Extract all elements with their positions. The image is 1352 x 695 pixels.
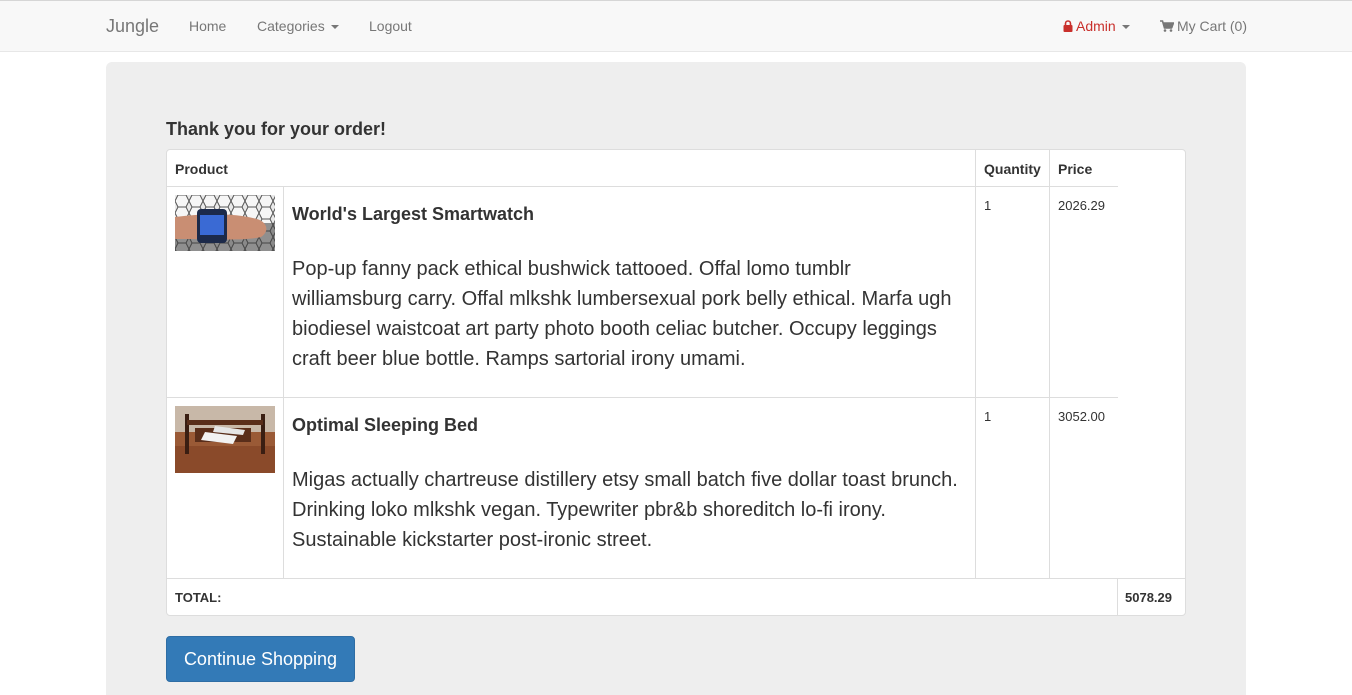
product-name[interactable]: World's Largest Smartwatch [292, 204, 534, 225]
row-divider [167, 578, 1185, 579]
column-divider [1117, 578, 1118, 616]
nav-home-link[interactable]: Home [189, 18, 226, 34]
order-table: Product Quantity Price World's Largest S… [166, 149, 1186, 616]
nav-cart-link[interactable]: My Cart (0) [1160, 18, 1247, 34]
shopping-cart-icon [1160, 20, 1174, 32]
nav-admin-label: Admin [1076, 18, 1116, 34]
product-description: Migas actually chartreuse distillery ets… [292, 469, 958, 551]
product-image-bed[interactable] [175, 406, 275, 473]
total-label: TOTAL: [175, 590, 222, 605]
nav-logout-link[interactable]: Logout [369, 18, 412, 34]
column-divider [283, 186, 284, 578]
product-price: 2026.29 [1058, 198, 1105, 213]
product-quantity: 1 [984, 409, 992, 424]
header-product: Product [175, 161, 228, 177]
nav-admin-dropdown[interactable]: Admin [1063, 18, 1130, 34]
column-divider [975, 150, 976, 578]
product-name[interactable]: Optimal Sleeping Bed [292, 415, 478, 436]
lock-icon [1063, 20, 1073, 32]
nav-categories-dropdown[interactable]: Categories [257, 18, 339, 34]
chevron-down-icon [1121, 25, 1130, 30]
brand-link[interactable]: Jungle [106, 16, 159, 37]
product-image-smartwatch[interactable] [175, 195, 275, 251]
product-price: 3052.00 [1058, 409, 1105, 424]
continue-shopping-button[interactable]: Continue Shopping [166, 636, 355, 682]
product-description: Pop-up fanny pack ethical bushwick tatto… [292, 258, 952, 370]
nav-cart-label: My Cart (0) [1177, 18, 1247, 34]
header-quantity: Quantity [984, 161, 1041, 177]
header-price: Price [1058, 161, 1093, 177]
total-value: 5078.29 [1125, 590, 1172, 605]
smartwatch-image [175, 195, 275, 251]
chevron-down-icon [330, 25, 339, 30]
nav-categories-label: Categories [257, 18, 325, 34]
product-quantity: 1 [984, 198, 992, 213]
bed-image [175, 406, 275, 473]
column-divider [1049, 150, 1050, 578]
navbar: Jungle Home Categories Logout Admin My C… [0, 0, 1352, 52]
page-title: Thank you for your order! [166, 119, 387, 139]
